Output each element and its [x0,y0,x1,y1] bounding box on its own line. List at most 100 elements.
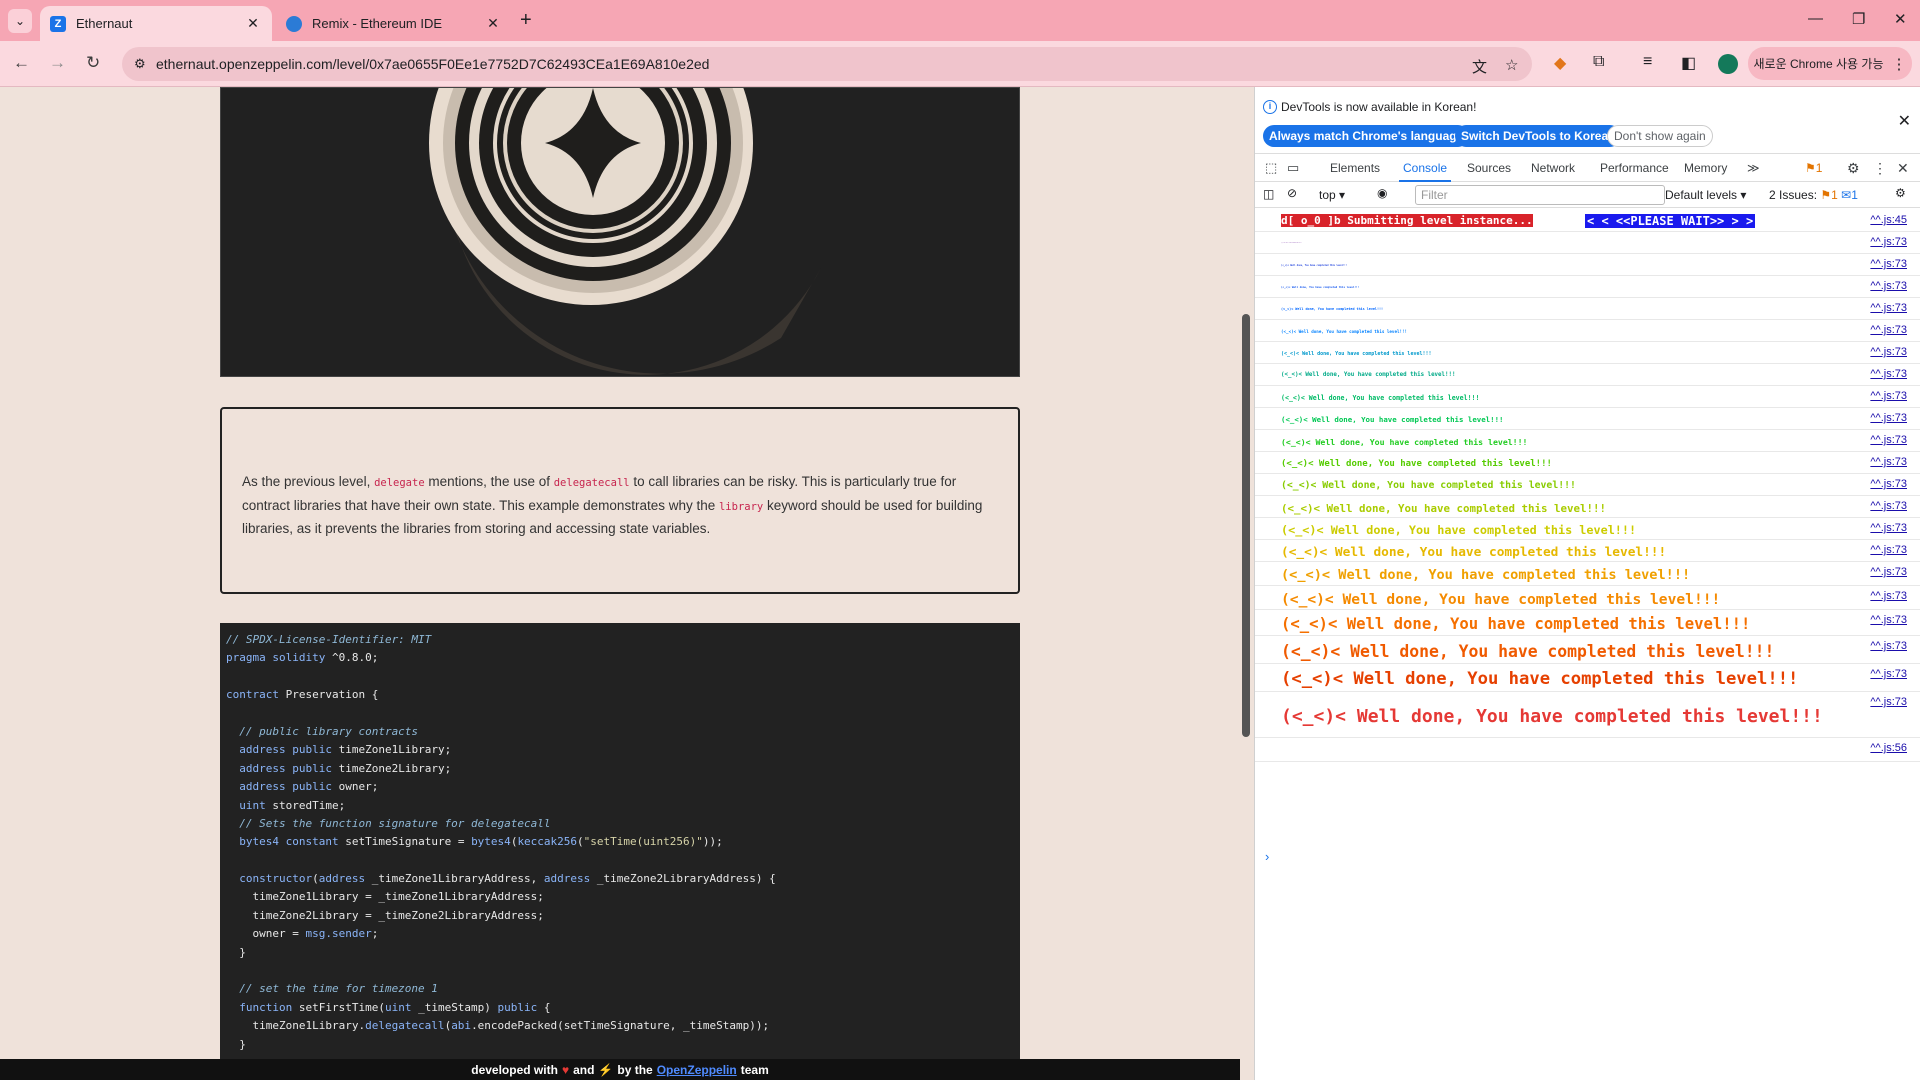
profile-avatar[interactable] [1718,54,1738,74]
close-tab-icon[interactable]: ✕ [244,15,262,32]
ethernaut-page: As the previous level, delegate mentions… [0,87,1254,1080]
well-done-log-text: (<_<)< Well done, You have completed thi… [1281,263,1347,267]
close-devtools-icon[interactable]: ✕ [1897,154,1909,182]
source-link[interactable]: ^^.js:73 [1870,280,1907,292]
source-link[interactable]: ^^.js:73 [1870,346,1907,358]
dont-show-again-button[interactable]: Don't show again [1607,125,1713,147]
tab-performance[interactable]: Performance [1600,154,1669,182]
tab-strip: ⌄ Z Ethernaut ✕ Remix - Ethereum IDE ✕ +… [0,0,1920,41]
tab-memory[interactable]: Memory [1684,154,1727,182]
warning-count: 1 [1831,188,1838,202]
reload-icon[interactable]: ↻ [86,53,100,73]
source-link[interactable]: ^^.js:73 [1870,590,1907,602]
well-done-log-text: (<_<)< Well done, You have completed thi… [1281,285,1360,289]
tab-sources[interactable]: Sources [1467,154,1511,182]
metamask-fox-icon[interactable]: ◆ [1554,53,1566,73]
description-part: As the previous level, [242,474,375,489]
issues-summary[interactable]: 2 Issues: ⚑1 ✉1 [1769,188,1858,202]
address-bar[interactable]: ⚙ ethernaut.openzeppelin.com/level/0x7ae… [122,47,1532,81]
well-done-log-text: (<_<)< Well done, You have completed thi… [1281,567,1691,584]
console-prompt-icon[interactable]: › [1265,849,1269,864]
sidebar-toggle-icon[interactable]: ◫ [1263,187,1274,201]
device-toolbar-icon[interactable]: ▭ [1287,154,1299,182]
minimize-icon[interactable]: — [1808,10,1823,27]
devtools-panel: i DevTools is now available in Korean! A… [1254,87,1920,1080]
source-link[interactable]: ^^.js:73 [1870,478,1907,490]
switch-language-button[interactable]: Switch DevTools to Korean [1455,125,1622,147]
tab-network[interactable]: Network [1531,154,1575,182]
page-scrollbar[interactable] [1242,314,1250,737]
devtools-language-infobar: i DevTools is now available in Korean! A… [1255,87,1920,154]
warning-issues-count: ⚑1 [1820,188,1838,202]
live-expression-eye-icon[interactable]: ◉ [1377,186,1387,200]
settings-gear-icon[interactable]: ⚙ [1847,154,1860,182]
well-done-log-text: (<_<)< Well done, You have completed thi… [1281,669,1799,690]
tab-console[interactable]: Console [1399,154,1452,182]
source-link[interactable]: ^^.js:73 [1870,544,1907,556]
well-done-log-text: (<_<)< Well done, You have completed thi… [1281,372,1456,379]
more-menu-icon[interactable]: ⋮ [1891,55,1906,73]
site-info-icon[interactable]: ⚙ [134,56,146,72]
source-link[interactable]: ^^.js:73 [1870,390,1907,402]
close-window-icon[interactable]: ✕ [1894,10,1907,28]
restore-icon[interactable]: ❐ [1852,10,1865,28]
source-link[interactable]: ^^.js:73 [1870,566,1907,578]
console-settings-icon[interactable]: ⚙ [1895,186,1906,200]
tab-remix[interactable]: Remix - Ethereum IDE ✕ [276,6,512,41]
source-link[interactable]: ^^.js:73 [1870,236,1907,248]
source-link[interactable]: ^^.js:73 [1870,500,1907,512]
code-line: contract Preservation { [226,688,379,702]
well-done-log-text: (<_<)< Well done, You have completed thi… [1281,436,1528,447]
code-delegate: delegate [374,477,425,489]
translate-icon[interactable]: 文 [1472,56,1487,77]
level-emblem-icon [429,88,821,375]
source-link[interactable]: ^^.js:73 [1870,368,1907,380]
openzeppelin-link[interactable]: OpenZeppelin [657,1063,737,1077]
console-filter-input[interactable]: Filter [1415,185,1665,205]
bookmark-star-icon[interactable]: ☆ [1505,56,1518,74]
console-log-row: (<_<)< Well done, You have completed thi… [1255,692,1920,738]
source-link[interactable]: ^^.js:73 [1870,668,1907,680]
inspect-element-icon[interactable]: ⬚ [1265,154,1277,182]
tab-elements[interactable]: Elements [1330,154,1380,182]
match-language-button[interactable]: Always match Chrome's language [1263,125,1470,147]
source-link[interactable]: ^^.js:73 [1870,522,1907,534]
source-link[interactable]: ^^.js:73 [1870,302,1907,314]
issues-count: 1 [1815,161,1823,175]
tab-search-button[interactable]: ⌄ [8,9,32,33]
source-link[interactable]: ^^.js:73 [1870,696,1907,708]
source-link[interactable]: ^^.js:73 [1870,614,1907,626]
media-queue-icon[interactable]: ≡ [1643,53,1652,71]
clear-console-icon[interactable]: ⊘ [1287,186,1297,200]
close-infobar-icon[interactable]: ✕ [1898,111,1911,131]
well-done-log-text: (<_<)< Well done, You have completed thi… [1281,307,1384,312]
footer-text: by the [617,1062,653,1077]
source-link[interactable]: ^^.js:73 [1870,412,1907,424]
code-line: address public owner; [239,780,379,794]
console-log-row: (<_<)< Well done, You have completed thi… [1255,586,1920,610]
context-selector[interactable]: top ▾ [1319,188,1345,202]
more-tabs-icon[interactable]: ≫ [1747,154,1760,182]
source-link[interactable]: ^^.js:73 [1870,324,1907,336]
source-link[interactable]: ^^.js:73 [1870,434,1907,446]
extensions-puzzle-icon[interactable]: ⧉ [1593,53,1604,71]
source-link[interactable]: ^^.js:45 [1870,214,1907,226]
back-icon[interactable]: ← [13,53,30,73]
log-levels-dropdown[interactable]: Default levels ▾ [1665,188,1746,202]
footer-text: and [573,1062,595,1077]
source-link[interactable]: ^^.js:73 [1870,258,1907,270]
chrome-update-button[interactable]: 새로운 Chrome 사용 가능 ⋮ [1748,47,1912,80]
source-link[interactable]: ^^.js:73 [1870,456,1907,468]
tab-title: Ethernaut [76,16,133,31]
forward-icon[interactable]: → [49,53,66,73]
issues-badge[interactable]: ⚑1 [1805,154,1822,182]
well-done-log-text: (<_<)< Well done, You have completed thi… [1281,458,1552,469]
code-line: timeZone2Library = _timeZone2LibraryAddr… [226,908,544,922]
source-link[interactable]: ^^.js:56 [1870,742,1907,754]
side-panel-icon[interactable]: ◧ [1681,53,1696,73]
source-link[interactable]: ^^.js:73 [1870,640,1907,652]
tab-ethernaut[interactable]: Z Ethernaut ✕ [40,6,272,41]
new-tab-icon[interactable]: + [520,10,532,30]
close-tab-icon[interactable]: ✕ [484,15,502,32]
customize-menu-icon[interactable]: ⋮ [1873,154,1887,182]
